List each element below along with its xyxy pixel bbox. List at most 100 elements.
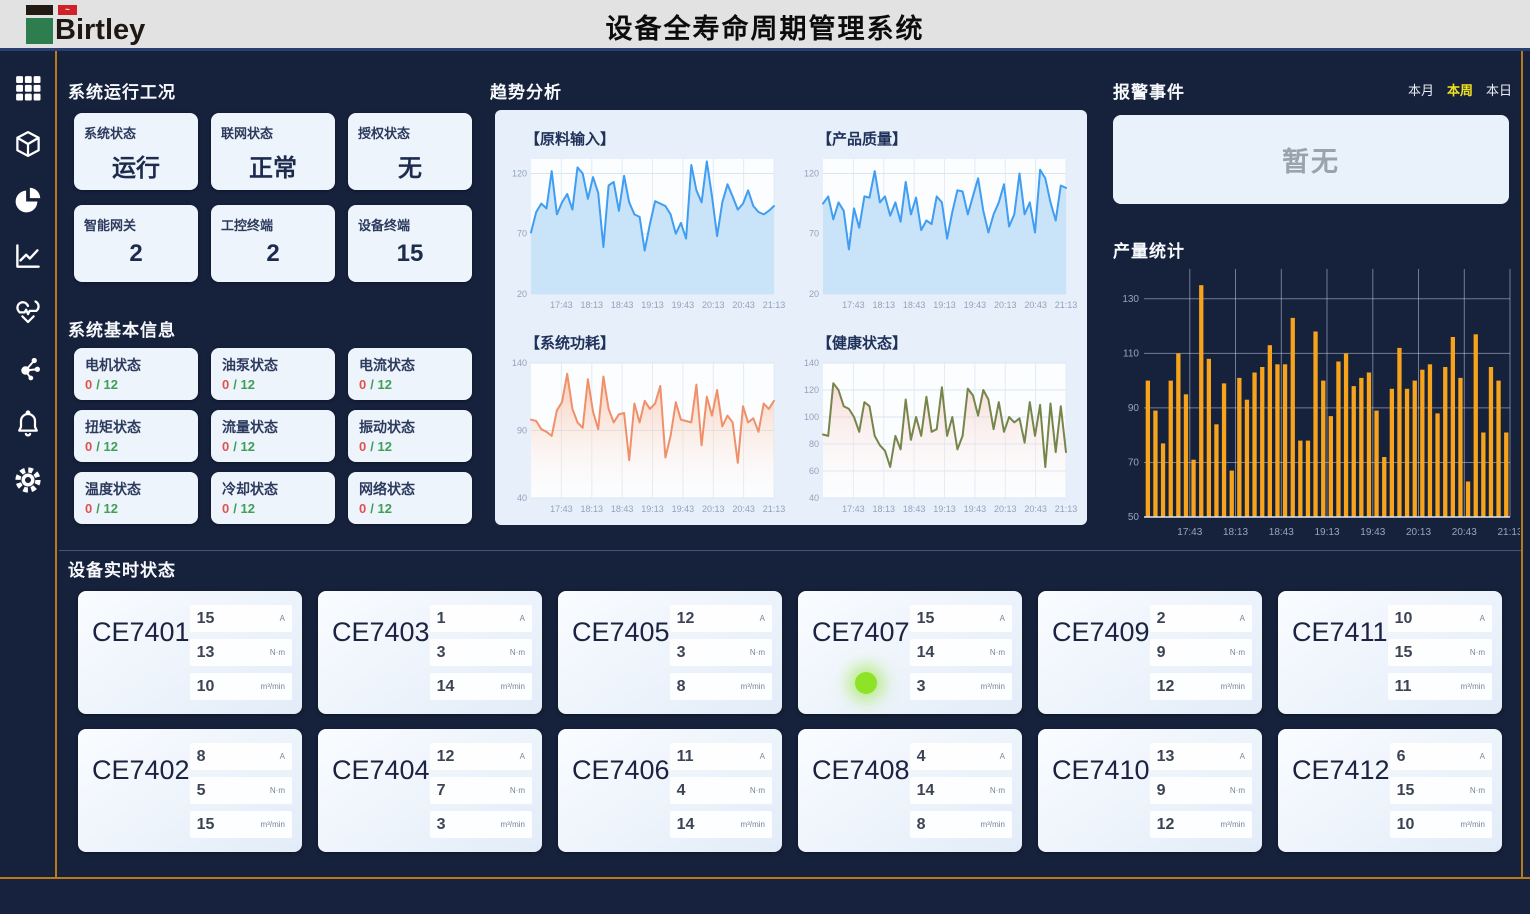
device-card-CE7406[interactable]: CE740611A4N·m14m³/min <box>558 729 782 852</box>
metric-unit: N·m <box>510 786 525 795</box>
chart-plot-product-quality: 207012017:4318:1318:4319:1319:4320:1320:… <box>793 151 1083 320</box>
device-metric-row: 13A <box>1150 743 1252 770</box>
device-card-CE7403[interactable]: CE74031A3N·m14m³/min <box>318 591 542 714</box>
info-card-5: 振动状态0/ 12 <box>348 410 472 462</box>
svg-text:20:13: 20:13 <box>702 300 725 310</box>
status-card-value: 15 <box>358 240 462 268</box>
svg-text:20:13: 20:13 <box>994 300 1017 310</box>
trend-chart-product-quality: 【产品质量】207012017:4318:1318:4319:1319:4320… <box>791 116 1083 320</box>
device-card-CE7410[interactable]: CE741013A9N·m12m³/min <box>1038 729 1262 852</box>
pie-chart-icon[interactable] <box>13 185 43 215</box>
device-metric-row: 3N·m <box>670 639 772 666</box>
bell-icon[interactable] <box>13 409 43 439</box>
line-chart-icon[interactable] <box>13 241 43 271</box>
svg-text:21:13: 21:13 <box>1055 504 1078 514</box>
device-card-CE7402[interactable]: CE74028A5N·m15m³/min <box>78 729 302 852</box>
alarm-period-tabs: 本月本周本日 <box>1408 80 1512 99</box>
trend-analysis-panel: 【原料输入】207012017:4318:1318:4319:1319:4320… <box>495 110 1087 525</box>
svg-text:40: 40 <box>809 493 819 503</box>
metric-unit: m³/min <box>741 682 765 691</box>
svg-text:19:13: 19:13 <box>641 300 664 310</box>
chart-title-power-consumption: 【系统功耗】 <box>525 332 791 353</box>
alarm-tab-1[interactable]: 本周 <box>1447 80 1473 99</box>
status-card-2: 授权状态无 <box>348 113 472 190</box>
svg-text:19:13: 19:13 <box>933 300 956 310</box>
trend-chart-health-status: 【健康状态】40608010012014017:4318:1318:4319:1… <box>791 320 1083 524</box>
alarm-tab-2[interactable]: 本日 <box>1486 80 1512 99</box>
svg-text:80: 80 <box>809 439 819 449</box>
svg-text:140: 140 <box>804 358 819 368</box>
info-card-counts: 0/ 12 <box>359 377 461 392</box>
metric-unit: N·m <box>1470 786 1485 795</box>
status-card-0: 系统状态运行 <box>74 113 198 190</box>
metric-unit: N·m <box>1230 648 1245 657</box>
svg-text:18:43: 18:43 <box>611 504 634 514</box>
info-card-3: 扭矩状态0/ 12 <box>74 410 198 462</box>
status-card-label: 设备终端 <box>358 215 462 234</box>
metric-value: 8 <box>677 678 686 696</box>
device-card-CE7405[interactable]: CE740512A3N·m8m³/min <box>558 591 782 714</box>
svg-text:70: 70 <box>809 229 819 239</box>
device-metric-row: 10A <box>1388 605 1492 632</box>
svg-text:19:13: 19:13 <box>1314 527 1339 538</box>
status-card-label: 智能网关 <box>84 215 188 234</box>
apps-grid-icon[interactable] <box>13 73 43 103</box>
status-card-4: 工控终端2 <box>211 205 335 282</box>
svg-text:18:13: 18:13 <box>581 300 604 310</box>
status-card-value: 无 <box>358 148 462 183</box>
alarm-tab-0[interactable]: 本月 <box>1408 80 1434 99</box>
production-bar-chart: 50709011013017:4318:1318:4319:1319:4320:… <box>1108 263 1520 543</box>
device-card-CE7401[interactable]: CE740115A13N·m10m³/min <box>78 591 302 714</box>
metric-value: 3 <box>677 644 686 662</box>
device-metric-row: 10m³/min <box>1390 811 1492 838</box>
info-card-6: 温度状态0/ 12 <box>74 472 198 524</box>
metric-unit: A <box>1480 752 1485 761</box>
svg-text:17:43: 17:43 <box>1177 527 1202 538</box>
info-card-label: 振动状态 <box>359 417 461 437</box>
info-card-counts: 0/ 12 <box>222 377 324 392</box>
device-card-CE7404[interactable]: CE740412A7N·m3m³/min <box>318 729 542 852</box>
device-cards-grid: CE740115A13N·m10m³/minCE74031A3N·m14m³/m… <box>78 591 1502 852</box>
metric-value: 15 <box>197 816 215 834</box>
metric-unit: N·m <box>750 786 765 795</box>
health-pulse-icon[interactable] <box>13 297 43 327</box>
device-card-CE7412[interactable]: CE74126A15N·m10m³/min <box>1278 729 1502 852</box>
device-metric-row: 3m³/min <box>430 811 532 838</box>
svg-text:17:43: 17:43 <box>842 504 865 514</box>
total-count: / 12 <box>96 501 118 516</box>
device-metrics: 6A15N·m10m³/min <box>1390 743 1492 838</box>
device-metrics: 1A3N·m14m³/min <box>430 605 532 700</box>
alarm-count: 0 <box>85 501 92 516</box>
chart-plot-raw-input: 207012017:4318:1318:4319:1319:4320:1320:… <box>501 151 791 320</box>
device-card-CE7409[interactable]: CE74092A9N·m12m³/min <box>1038 591 1262 714</box>
status-card-value: 运行 <box>84 148 188 183</box>
alarm-count: 0 <box>222 439 229 454</box>
device-metric-row: 12A <box>430 743 532 770</box>
info-card-counts: 0/ 12 <box>222 439 324 454</box>
alarm-count: 0 <box>359 501 366 516</box>
info-card-label: 网络状态 <box>359 479 461 499</box>
device-metric-row: 14N·m <box>910 639 1012 666</box>
settings-gear-icon[interactable] <box>13 465 43 495</box>
metric-unit: A <box>1480 614 1485 623</box>
metric-unit: m³/min <box>261 682 285 691</box>
metric-value: 4 <box>917 748 926 766</box>
device-card-CE7408[interactable]: CE74084A14N·m8m³/min <box>798 729 1022 852</box>
metric-unit: A <box>520 614 525 623</box>
cube-3d-icon[interactable] <box>13 129 43 159</box>
metric-unit: A <box>1240 614 1245 623</box>
metric-value: 8 <box>917 816 926 834</box>
metric-unit: A <box>520 752 525 761</box>
status-card-value: 正常 <box>221 148 325 183</box>
metric-value: 13 <box>197 644 215 662</box>
device-card-CE7407[interactable]: CE740715A14N·m3m³/min <box>798 591 1022 714</box>
device-card-CE7411[interactable]: CE741110A15N·m11m³/min <box>1278 591 1502 714</box>
status-card-5: 设备终端 15 <box>348 205 472 282</box>
molecule-network-icon[interactable] <box>13 353 43 383</box>
main-content: 系统运行工况 系统状态运行联网状态正常授权状态无智能网关2工控终端2设备终端15… <box>59 51 1523 877</box>
metric-unit: m³/min <box>981 820 1005 829</box>
metric-value: 9 <box>1157 644 1166 662</box>
total-count: / 12 <box>233 501 255 516</box>
chart-title-product-quality: 【产品质量】 <box>817 128 1083 149</box>
section-title-alarm: 报警事件 <box>1113 78 1185 103</box>
